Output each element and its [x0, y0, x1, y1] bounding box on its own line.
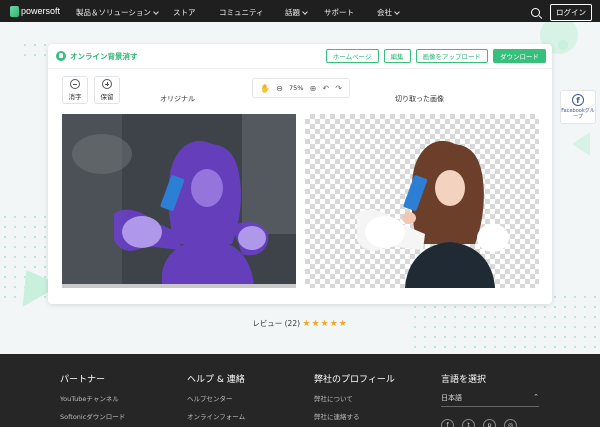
- zoom-toolbar: ✋ ⊖ 75% ⊕ ↶ ↷: [252, 78, 350, 98]
- instagram-icon[interactable]: ◎: [504, 419, 517, 427]
- footer-language-heading: 言語を選択: [441, 375, 487, 385]
- zoom-level: 75%: [288, 84, 304, 92]
- cutout-label: 切り取った画像: [395, 95, 444, 103]
- pinterest-icon[interactable]: p: [483, 419, 496, 427]
- login-button[interactable]: ログイン: [550, 4, 592, 21]
- nav-store-label: ストア: [173, 8, 196, 17]
- chevron-up-icon: ⌃: [533, 393, 539, 401]
- nav-products[interactable]: 製品＆ソリューション: [76, 7, 159, 18]
- nav-community[interactable]: コミュニティ: [219, 7, 264, 18]
- footer-partner-heading: パートナー: [60, 375, 106, 385]
- card-header: オンライン背景消す ホームページ 編集 画像をアップロード ダウンロード: [48, 44, 552, 69]
- chevron-down-icon: [153, 8, 159, 15]
- hand-pan-icon[interactable]: ✋: [260, 84, 270, 93]
- reviews-label: レビュー (22): [252, 319, 301, 328]
- footer-company-heading: 弊社のプロフィール: [314, 375, 395, 385]
- logo-mark-icon: [10, 5, 19, 17]
- background-remover-card: オンライン背景消す ホームページ 編集 画像をアップロード ダウンロード 消字 …: [48, 44, 552, 304]
- footer-link[interactable]: YouTubeチャンネル: [60, 393, 125, 403]
- nav-topics[interactable]: 話題: [285, 7, 308, 18]
- clear-tool-button[interactable]: 消字: [62, 76, 88, 104]
- minus-circle-icon: [70, 79, 80, 89]
- app-title: オンライン背景消す: [70, 51, 138, 61]
- original-label: オリジナル: [160, 95, 195, 103]
- original-photo: [62, 114, 296, 288]
- footer-link[interactable]: 弊社について: [314, 393, 395, 403]
- nav-store[interactable]: ストア: [173, 7, 196, 18]
- plus-circle-icon: [102, 79, 112, 89]
- keep-tool-label: 保留: [100, 93, 114, 101]
- brand-name: powersoft: [21, 6, 61, 16]
- decor-circle: [558, 40, 568, 50]
- footer-help-column: ヘルプ & 連絡 ヘルプセンター オンラインフォーム: [187, 372, 245, 427]
- homepage-button[interactable]: ホームページ: [325, 49, 379, 63]
- nav-products-label: 製品＆ソリューション: [76, 8, 151, 17]
- facebook-group-widget[interactable]: f Facebookグループ: [560, 90, 596, 124]
- undo-icon[interactable]: ↶: [322, 84, 329, 93]
- cutout-image-panel[interactable]: [305, 114, 539, 288]
- app-logo-icon: [56, 51, 66, 61]
- language-select[interactable]: 日本語 ⌃: [441, 393, 539, 407]
- nav-topics-label: 話題: [285, 8, 300, 17]
- facebook-icon: f: [572, 94, 584, 106]
- search-icon[interactable]: [531, 8, 540, 17]
- footer-language-column: 言語を選択 日本語 ⌃ f t p ◎: [441, 372, 539, 427]
- footer-link[interactable]: ヘルプセンター: [187, 393, 245, 403]
- clear-tool-label: 消字: [68, 93, 82, 101]
- nav-community-label: コミュニティ: [219, 8, 264, 17]
- footer-partner-column: パートナー YouTubeチャンネル Softonicダウンロード: [60, 372, 125, 427]
- facebook-group-label: Facebookグループ: [561, 108, 595, 120]
- original-image-panel[interactable]: [62, 114, 296, 288]
- language-selected: 日本語: [441, 394, 462, 402]
- upload-image-button[interactable]: 画像をアップロード: [415, 49, 488, 63]
- keep-tool-button[interactable]: 保留: [94, 76, 120, 104]
- edit-button[interactable]: 編集: [383, 49, 411, 63]
- footer-link[interactable]: Softonicダウンロード: [60, 411, 125, 421]
- chevron-down-icon: [302, 8, 308, 15]
- footer-help-heading: ヘルプ & 連絡: [187, 375, 245, 385]
- footer-link[interactable]: 弊社に連絡する: [314, 411, 395, 421]
- footer: パートナー YouTubeチャンネル Softonicダウンロード ヘルプ & …: [0, 354, 600, 427]
- brand-logo[interactable]: powersoft: [10, 5, 72, 17]
- social-links: f t p ◎: [441, 419, 539, 427]
- download-button[interactable]: ダウンロード: [493, 49, 546, 63]
- zoom-out-icon[interactable]: ⊖: [276, 84, 283, 93]
- chevron-down-icon: [394, 8, 400, 15]
- reviews-row: レビュー (22) ★★★★★: [0, 318, 600, 329]
- redo-icon[interactable]: ↷: [335, 84, 342, 93]
- footer-company-column: 弊社のプロフィール 弊社について 弊社に連絡する: [314, 372, 395, 427]
- nav-support[interactable]: サポート: [324, 7, 354, 18]
- cutout-photo: [357, 140, 509, 288]
- nav-company-label: 会社: [377, 8, 392, 17]
- decor-triangle: [572, 132, 590, 156]
- footer-link[interactable]: オンラインフォーム: [187, 411, 245, 421]
- facebook-icon[interactable]: f: [441, 419, 454, 427]
- nav-company[interactable]: 会社: [377, 7, 400, 18]
- zoom-in-icon[interactable]: ⊕: [310, 84, 317, 93]
- twitter-icon[interactable]: t: [462, 419, 475, 427]
- rating-stars-icon: ★★★★★: [302, 319, 348, 329]
- top-nav: powersoft 製品＆ソリューション ストア コミュニティ 話題 サポート …: [0, 0, 600, 22]
- nav-support-label: サポート: [324, 8, 354, 17]
